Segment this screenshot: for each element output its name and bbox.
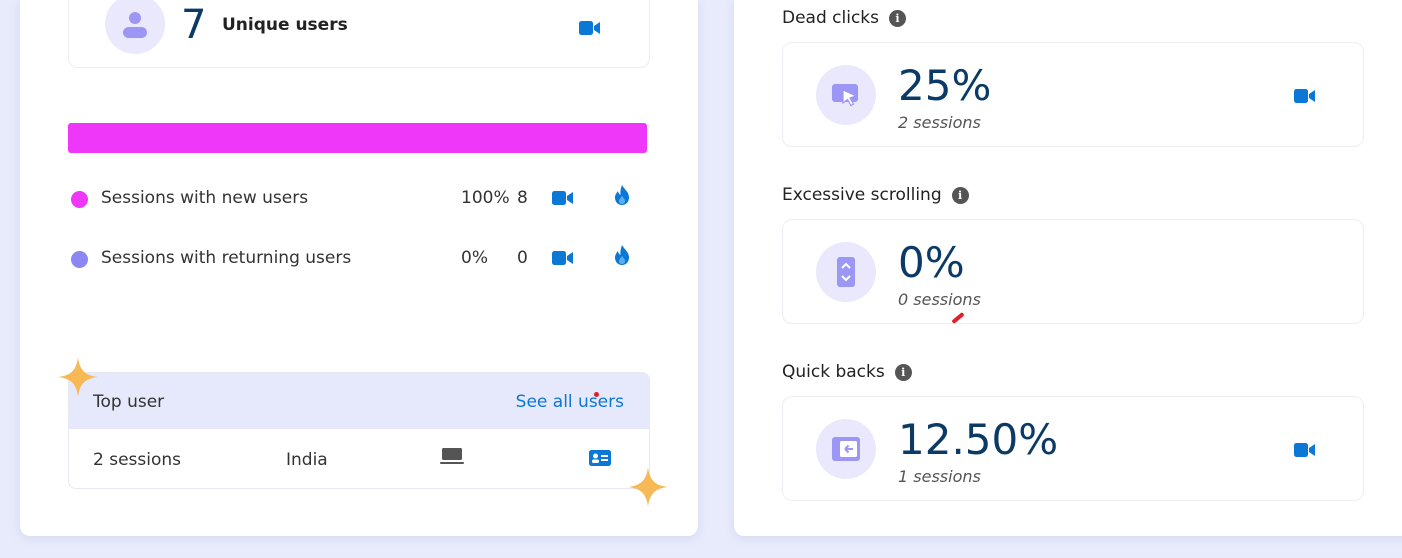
unique-users-label: Unique users (222, 15, 348, 35)
legend-count: 0 (517, 248, 528, 268)
see-all-users-link[interactable]: See all users (516, 392, 624, 412)
legend-dot (71, 251, 88, 268)
cursor-dot-marker (594, 392, 599, 397)
metric-icon-circle (816, 242, 876, 302)
metric-value: 0% (898, 238, 965, 287)
user-profile-card-icon[interactable] (589, 450, 611, 466)
info-icon[interactable]: i (889, 9, 907, 27)
top-user-country: India (286, 450, 328, 470)
heatmap-flame-icon[interactable] (613, 184, 631, 206)
video-recording-icon[interactable] (1294, 88, 1316, 104)
legend-label: Sessions with new users (101, 188, 309, 208)
metric-title-text: Dead clicks (782, 8, 880, 28)
laptop-icon (440, 448, 464, 464)
metric-icon-circle (816, 65, 876, 125)
legend-percent: 100% (461, 188, 510, 208)
top-user-title: Top user (93, 392, 165, 412)
quick-backs-card: 12.50% 1 sessions (782, 396, 1364, 501)
metric-icon-circle (816, 419, 876, 479)
sparkle-icon (58, 357, 98, 397)
quick-backs-title: Quick backs i (782, 362, 912, 382)
frustration-metrics-panel: Dead clicks i 25% 2 sessions Excessive s… (734, 0, 1402, 536)
dead-clicks-card: 25% 2 sessions (782, 42, 1364, 147)
metric-title-text: Quick backs (782, 362, 885, 382)
users-panel: 7 Unique users Sessions with new users 1… (20, 0, 698, 536)
legend-dot (71, 191, 88, 208)
legend-row-returning-users: Sessions with returning users 0% 0 (68, 244, 648, 271)
video-recording-icon[interactable] (1294, 442, 1316, 458)
info-icon[interactable]: i (894, 363, 912, 381)
excessive-scrolling-title: Excessive scrolling i (782, 185, 969, 205)
annotation-mark (951, 311, 965, 325)
legend-percent: 0% (461, 248, 488, 268)
metric-title-text: Excessive scrolling (782, 185, 942, 205)
new-users-bar (68, 123, 647, 153)
info-icon[interactable]: i (951, 186, 969, 204)
legend-row-new-users: Sessions with new users 100% 8 (68, 184, 648, 211)
user-avatar (105, 0, 165, 54)
unique-users-card: 7 Unique users (68, 0, 650, 68)
metric-sessions: 0 sessions (898, 290, 981, 309)
metric-value: 25% (898, 61, 992, 110)
unique-users-count: 7 (181, 2, 207, 48)
metric-value: 12.50% (898, 415, 1059, 464)
excessive-scrolling-card: 0% 0 sessions (782, 219, 1364, 325)
video-recording-icon[interactable] (552, 250, 574, 266)
metric-sessions: 1 sessions (898, 467, 981, 486)
dead-click-icon (832, 84, 858, 107)
legend-count: 8 (517, 188, 528, 208)
scroll-icon (837, 257, 855, 287)
top-user-card: Top user See all users 2 sessions India (68, 372, 650, 489)
dead-clicks-title: Dead clicks i (782, 8, 907, 28)
metric-sessions: 2 sessions (898, 113, 981, 132)
legend-label: Sessions with returning users (101, 248, 352, 268)
video-recording-icon[interactable] (552, 190, 574, 206)
quick-back-icon (832, 437, 860, 461)
sparkle-icon (628, 467, 668, 507)
video-recording-icon[interactable] (579, 20, 601, 36)
user-icon (123, 12, 147, 38)
top-user-header: Top user See all users (69, 373, 649, 429)
heatmap-flame-icon[interactable] (613, 244, 631, 266)
top-user-sessions: 2 sessions (93, 450, 182, 470)
